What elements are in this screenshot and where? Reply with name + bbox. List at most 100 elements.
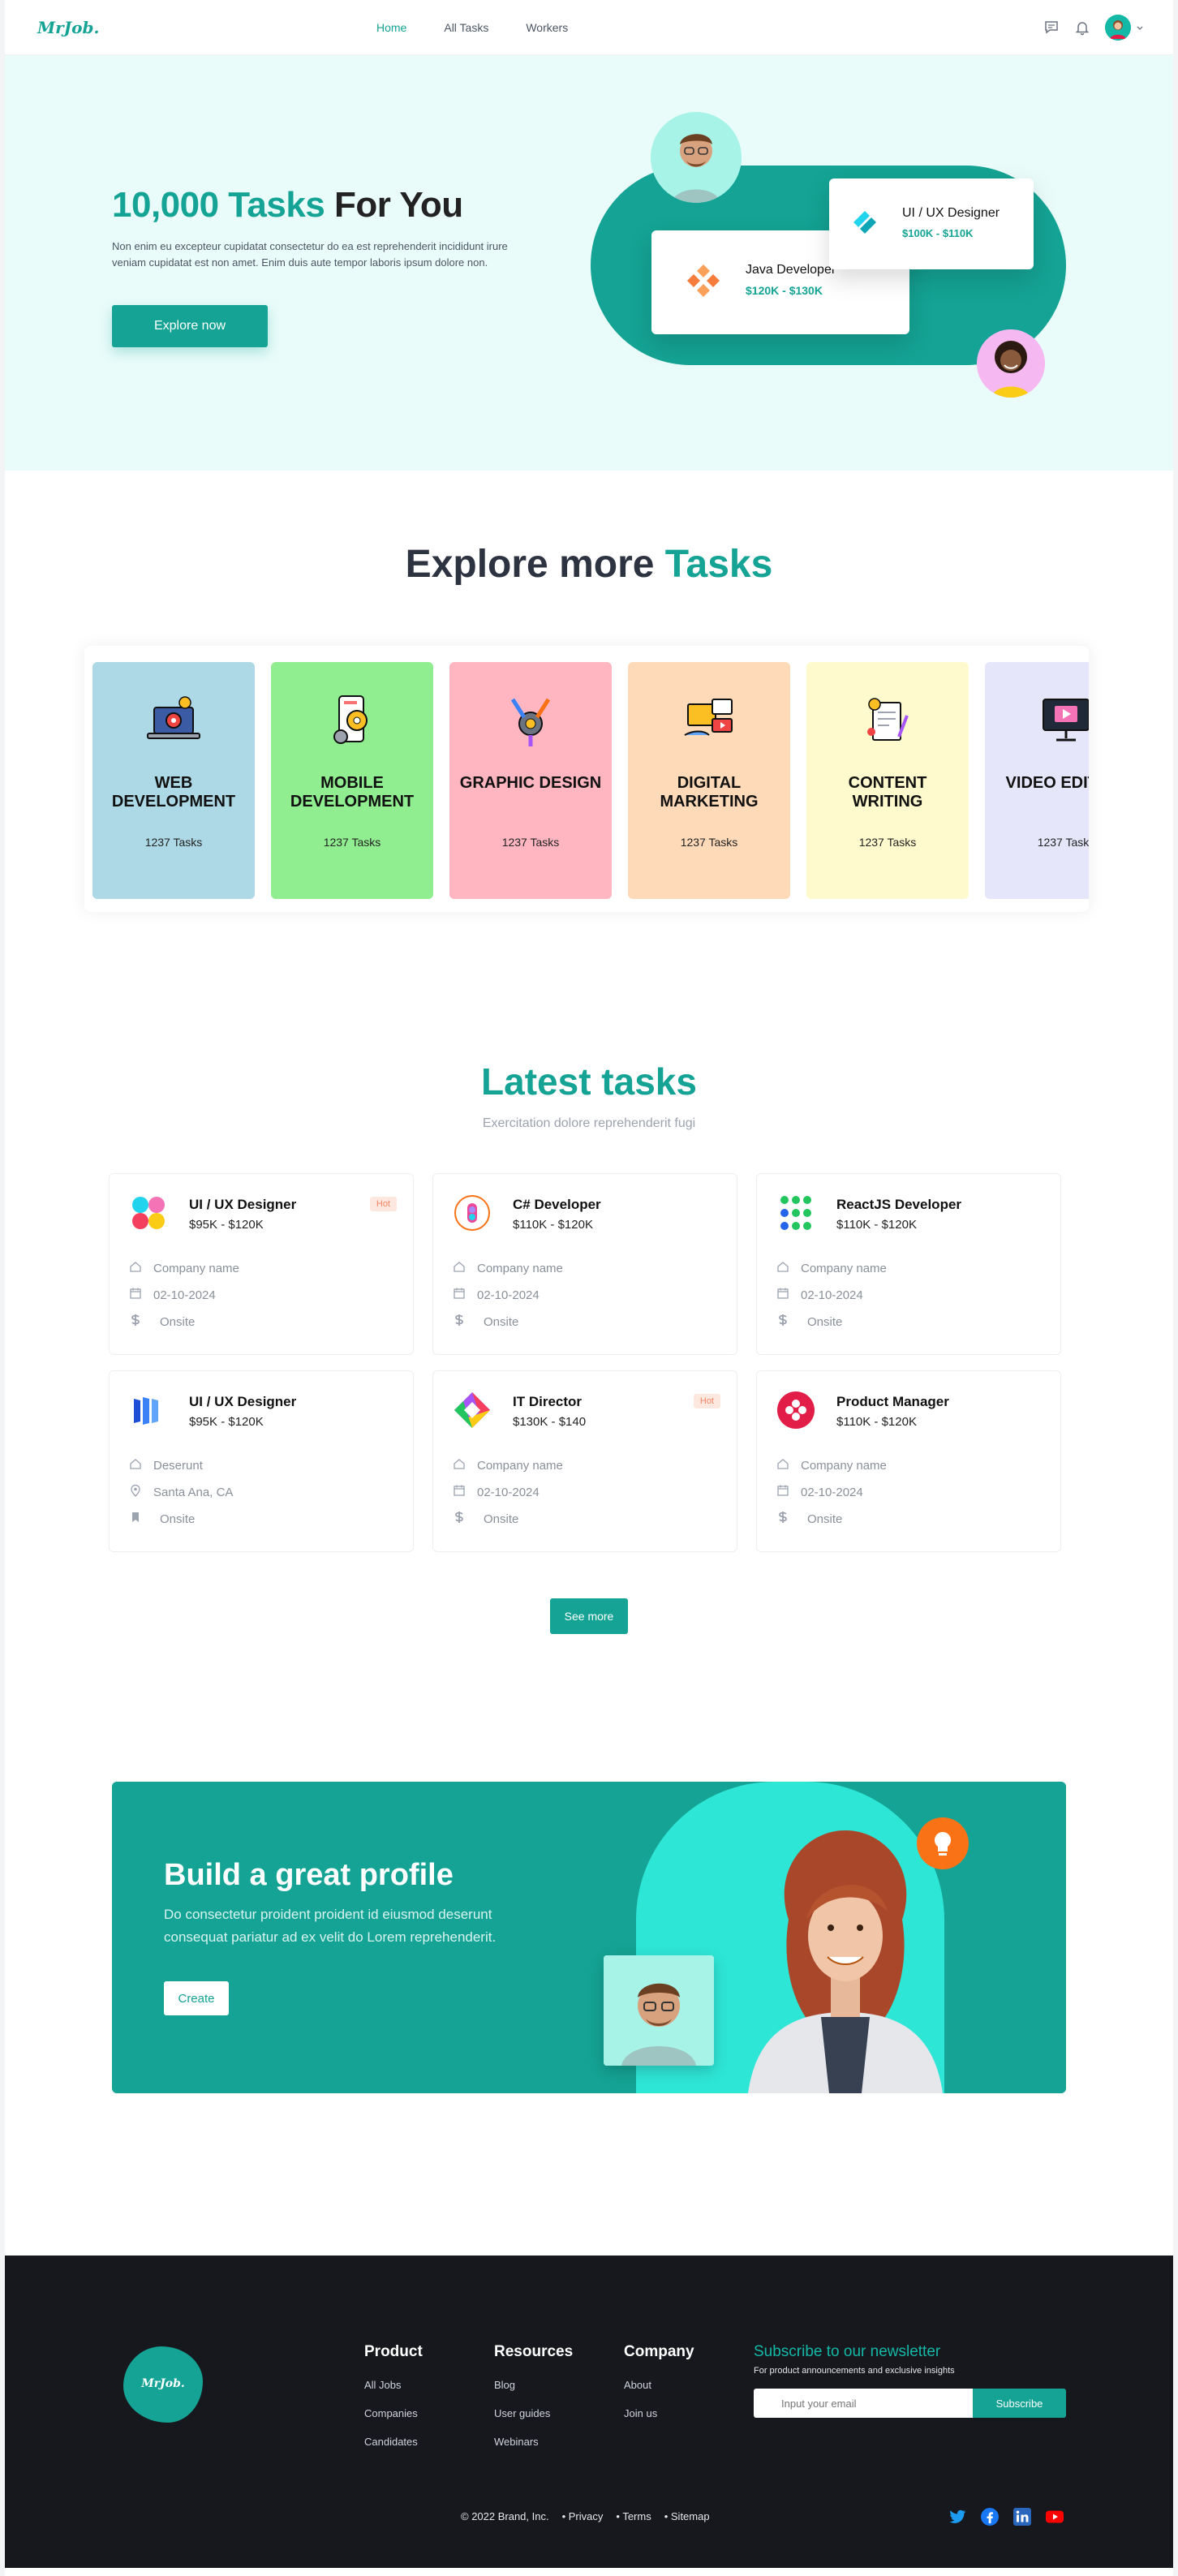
newsletter-title: Subscribe to our newsletter	[754, 2343, 941, 2360]
footer-col-product: Product All Jobs Companies Candidates	[364, 2343, 423, 2464]
youtube-icon[interactable]	[1045, 2507, 1064, 2531]
category-card-mobile[interactable]: MOBILE DEVELOPMENT 1237 Tasks	[271, 662, 433, 899]
page: MrJob. Home All Tasks Workers 10,000 Tas…	[5, 0, 1173, 2576]
bell-icon[interactable]	[1074, 19, 1090, 36]
see-more-button[interactable]: See more	[550, 1598, 628, 1634]
footer-heading: Resources	[494, 2343, 574, 2360]
task-salary: $110K - $120K	[836, 1415, 917, 1429]
calendar-icon	[776, 1287, 801, 1303]
task-location-type: Onsite	[453, 1511, 518, 1527]
social-links	[948, 2507, 1064, 2531]
footer-link[interactable]: Companies	[364, 2407, 423, 2419]
task-salary: $95K - $120K	[189, 1415, 264, 1429]
video-editing-icon	[1037, 691, 1089, 750]
header-actions	[1043, 15, 1144, 41]
newsletter-subtitle: For product announcements and exclusive …	[754, 2366, 955, 2376]
footer-logo-blob[interactable]: MrJob.	[123, 2346, 203, 2423]
task-title: UI / UX Designer	[189, 1394, 297, 1409]
explore-now-button[interactable]: Explore now	[112, 305, 268, 347]
chevron-down-icon[interactable]	[1136, 24, 1144, 32]
legal-privacy[interactable]: • Privacy	[562, 2510, 604, 2522]
footer: MrJob. Product All Jobs Companies Candid…	[5, 2256, 1173, 2568]
dollar-icon	[129, 1314, 153, 1330]
dots-icon	[776, 1193, 815, 1232]
category-name: CONTENT WRITING	[848, 774, 927, 811]
category-name: DIGITAL MARKETING	[660, 774, 759, 811]
newsletter-form: Subscribe	[754, 2389, 1070, 2418]
category-count: 1237 Tasks	[144, 836, 203, 849]
facebook-icon[interactable]	[980, 2507, 1000, 2531]
nav-home[interactable]: Home	[376, 21, 406, 34]
hero-card-ui[interactable]: UI / UX Designer $100K - $110K	[829, 178, 1034, 269]
footer-heading: Product	[364, 2343, 423, 2360]
footer-link[interactable]: Blog	[494, 2379, 573, 2391]
category-name: MOBILE DEVELOPMENT	[290, 774, 415, 811]
marketing-folder-icon	[680, 691, 738, 750]
task-company: Company name	[776, 1457, 887, 1473]
laptop-gear-icon	[144, 691, 203, 750]
flower-icon	[776, 1391, 815, 1430]
footer-link[interactable]: About	[624, 2379, 694, 2391]
create-button[interactable]: Create	[164, 1981, 229, 2015]
hero-description: Non enim eu excepteur cupidatat consecte…	[112, 240, 508, 269]
category-card-graphic[interactable]: GRAPHIC DESIGN 1237 Tasks	[449, 662, 612, 899]
nav-workers[interactable]: Workers	[526, 21, 568, 34]
hero-section: 10,000 Tasks For You Non enim eu excepte…	[5, 55, 1173, 471]
task-card[interactable]: IT Director $130K - $140 Hot Company name 02…	[432, 1370, 737, 1552]
message-icon[interactable]	[1043, 19, 1060, 36]
avatar[interactable]	[1105, 15, 1131, 41]
explore-title: Explore more Tasks	[405, 543, 773, 586]
task-location-type: Onsite	[776, 1511, 842, 1527]
task-location-type: Onsite	[129, 1314, 195, 1330]
dollar-icon	[453, 1511, 477, 1527]
task-card[interactable]: ReactJS Developer $110K - $120K Company na…	[756, 1173, 1061, 1355]
phone-gear-icon	[323, 691, 381, 750]
calendar-icon	[776, 1484, 801, 1500]
calendar-icon	[129, 1287, 153, 1303]
worker-avatar-woman	[977, 329, 1045, 398]
category-card-marketing[interactable]: DIGITAL MARKETING 1237 Tasks	[628, 662, 790, 899]
task-company: Company name	[453, 1260, 563, 1276]
latest-subtitle: Exercitation dolore reprehenderit fugi	[482, 1116, 696, 1130]
task-card[interactable]: C# Developer $110K - $120K Company name 02-…	[432, 1173, 737, 1355]
nav-all-tasks[interactable]: All Tasks	[444, 21, 488, 34]
java-logo-icon	[684, 261, 723, 304]
task-card[interactable]: UI / UX Designer $95K - $120K Hot Company n…	[109, 1173, 414, 1355]
legal-terms[interactable]: • Terms	[616, 2510, 651, 2522]
email-input[interactable]	[754, 2389, 973, 2418]
main-nav: Home All Tasks Workers	[376, 21, 605, 34]
task-company: Company name	[129, 1260, 239, 1276]
task-card[interactable]: UI / UX Designer $95K - $120K Deserunt Sant…	[109, 1370, 414, 1552]
company-icon	[129, 1457, 153, 1473]
footer-link[interactable]: Webinars	[494, 2436, 573, 2448]
worker-avatar-man	[651, 112, 742, 203]
diamond-icon	[453, 1391, 492, 1430]
calendar-icon	[453, 1484, 477, 1500]
hero-card-java-title: Java Developer	[746, 263, 836, 277]
task-card[interactable]: Product Manager $110K - $120K Company name…	[756, 1370, 1061, 1552]
footer-link[interactable]: All Jobs	[364, 2379, 423, 2391]
footer-link[interactable]: User guides	[494, 2407, 573, 2419]
category-card-writing[interactable]: CONTENT WRITING 1237 Tasks	[806, 662, 969, 899]
twitter-icon[interactable]	[948, 2507, 967, 2531]
category-carousel[interactable]: WEB DEVELOPMENT 1237 Tasks MOBILE DEVELO…	[84, 646, 1089, 912]
task-title: IT Director	[513, 1394, 583, 1409]
linkedin-icon[interactable]	[1012, 2507, 1032, 2531]
subscribe-button[interactable]: Subscribe	[973, 2389, 1066, 2418]
user-menu[interactable]	[1105, 15, 1144, 41]
lightbulb-icon	[917, 1817, 969, 1869]
newsletter: Subscribe to our newsletter For product …	[754, 2343, 1070, 2434]
footer-link[interactable]: Candidates	[364, 2436, 423, 2448]
category-name: VIDEO EDITING	[1005, 774, 1089, 792]
category-card-web[interactable]: WEB DEVELOPMENT 1237 Tasks	[92, 662, 255, 899]
company-icon	[776, 1260, 801, 1276]
task-date: Santa Ana, CA	[129, 1484, 233, 1500]
writing-doc-icon	[858, 691, 917, 750]
logo[interactable]: MrJob.	[37, 18, 99, 37]
dollar-icon	[453, 1314, 477, 1330]
profile-thumb-man	[604, 1955, 714, 2066]
legal-sitemap[interactable]: • Sitemap	[664, 2510, 710, 2522]
banner-title: Build a great profile	[164, 1858, 454, 1892]
footer-link[interactable]: Join us	[624, 2407, 694, 2419]
category-card-video[interactable]: VIDEO EDITING 1237 Tasks	[985, 662, 1089, 899]
